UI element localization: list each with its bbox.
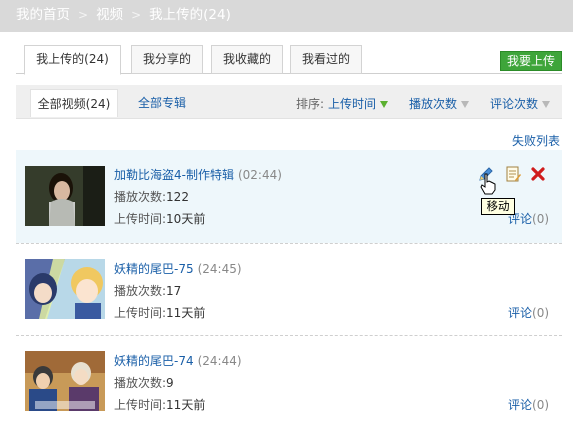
upload-label: 上传时间: — [114, 212, 167, 226]
breadcrumb: 我的首页 > 视频 > 我上传的(24) — [0, 0, 573, 32]
subtab-all-videos[interactable]: 全部视频(24) — [30, 89, 118, 117]
failed-list-link[interactable]: 失败列表 — [512, 132, 560, 149]
tab-watched[interactable]: 我看过的 — [290, 45, 362, 74]
upload-label: 上传时间: — [114, 398, 167, 412]
breadcrumb-home[interactable]: 我的首页 — [16, 7, 70, 23]
video-duration: (24:45) — [197, 262, 242, 276]
upload-button[interactable]: 我要上传 — [500, 51, 562, 71]
sort-arrow-down-icon — [542, 101, 551, 108]
edit-icon[interactable] — [505, 166, 521, 182]
breadcrumb-separator: > — [78, 8, 89, 22]
comment-label: 评论 — [508, 306, 533, 320]
comment-link[interactable]: 评论(0) — [508, 396, 549, 413]
plays-label: 播放次数: — [114, 190, 167, 204]
upload-label: 上传时间: — [114, 306, 167, 320]
video-title-text: 妖精的尾巴-75 — [114, 262, 194, 276]
plays-value: 17 — [166, 284, 182, 298]
breadcrumb-current: 我上传的(24) — [149, 7, 231, 23]
comment-count: (0) — [532, 398, 550, 412]
tab-shared[interactable]: 我分享的 — [131, 45, 203, 74]
video-play-count: 播放次数:9 — [114, 374, 174, 391]
video-duration: (02:44) — [237, 168, 282, 182]
comment-count: (0) — [532, 212, 550, 226]
sort-by-comments[interactable]: 评论次数 — [490, 95, 551, 112]
move-tooltip: 移动 — [481, 198, 515, 215]
sort-arrow-down-icon — [380, 101, 389, 108]
video-item: 加勒比海盗4-制作特辑 (02:44) 播放次数:122 上传时间:10天前 评论… — [16, 150, 562, 243]
video-thumbnail[interactable] — [25, 259, 105, 319]
video-play-count: 播放次数:122 — [114, 188, 189, 205]
sort-label: 排序: — [296, 97, 325, 111]
video-upload-time: 上传时间:10天前 — [114, 210, 205, 227]
upload-value: 11天前 — [166, 306, 206, 320]
video-duration: (24:44) — [197, 354, 242, 368]
sort-play-count-label: 播放次数 — [409, 97, 458, 111]
video-thumbnail[interactable] — [25, 166, 105, 226]
hand-cursor-icon — [480, 173, 496, 195]
plays-value: 9 — [166, 376, 174, 390]
video-play-count: 播放次数:17 — [114, 282, 181, 299]
comment-link[interactable]: 评论(0) — [508, 304, 549, 321]
video-title-text: 妖精的尾巴-74 — [114, 354, 194, 368]
delete-icon[interactable] — [530, 166, 546, 182]
video-title[interactable]: 妖精的尾巴-74 (24:44) — [114, 352, 242, 369]
video-upload-time: 上传时间:11天前 — [114, 396, 205, 413]
video-thumbnail[interactable] — [25, 351, 105, 411]
plays-label: 播放次数: — [114, 284, 167, 298]
sort-by-play-count[interactable]: 播放次数 — [409, 95, 470, 112]
plays-label: 播放次数: — [114, 376, 167, 390]
upload-value: 10天前 — [166, 212, 206, 226]
video-title[interactable]: 妖精的尾巴-75 (24:45) — [114, 260, 242, 277]
tab-favorites[interactable]: 我收藏的 — [211, 45, 283, 74]
sort-arrow-down-icon — [461, 101, 470, 108]
video-item: 妖精的尾巴-75 (24:45) 播放次数:17 上传时间:11天前 评论(0) — [16, 243, 562, 336]
comment-label: 评论 — [508, 398, 533, 412]
video-title-text: 加勒比海盗4-制作特辑 — [114, 168, 234, 182]
video-title[interactable]: 加勒比海盗4-制作特辑 (02:44) — [114, 166, 282, 183]
breadcrumb-separator: > — [131, 8, 142, 22]
sort-by-upload-time[interactable]: 上传时间 — [328, 95, 389, 112]
sort-comments-label: 评论次数 — [490, 97, 539, 111]
breadcrumb-video[interactable]: 视频 — [96, 7, 123, 23]
video-item: 妖精的尾巴-74 (24:44) 播放次数:9 上传时间:11天前 评论(0) — [16, 335, 562, 425]
comment-count: (0) — [532, 306, 550, 320]
upload-value: 11天前 — [166, 398, 206, 412]
main-tabs: 我上传的(24) 我分享的 我收藏的 我看过的 — [16, 44, 562, 75]
filter-bar: 全部视频(24) 全部专辑 排序: 上传时间 播放次数 评论次数 — [16, 85, 562, 119]
tab-my-uploads[interactable]: 我上传的(24) — [24, 45, 121, 75]
plays-value: 122 — [166, 190, 189, 204]
sort-upload-time-label: 上传时间 — [328, 97, 377, 111]
subtab-all-albums[interactable]: 全部专辑 — [138, 89, 186, 117]
video-upload-time: 上传时间:11天前 — [114, 304, 205, 321]
